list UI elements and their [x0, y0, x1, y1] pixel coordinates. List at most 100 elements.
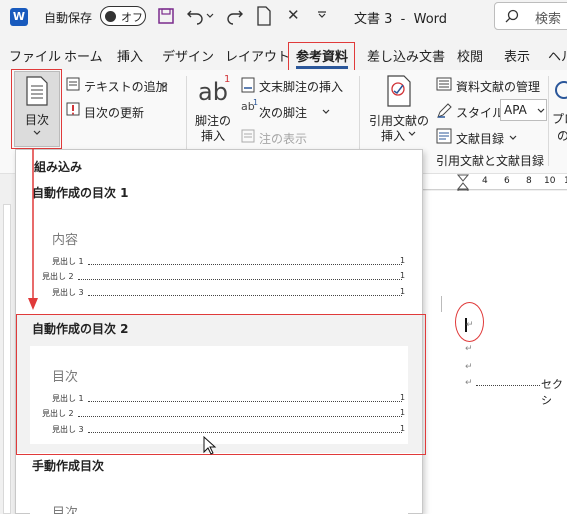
style-pencil-icon [437, 103, 452, 118]
toc2-entry-2-page: 1 [400, 408, 406, 417]
bibliography-button[interactable]: 文献目録 [456, 130, 504, 147]
manual-toc-title: 手動作成目次 [32, 459, 105, 473]
tab-references[interactable]: 参考資料 [296, 46, 348, 65]
annotation-arrow [28, 148, 38, 310]
toc2-entry-3-leader [88, 432, 402, 433]
tab-view[interactable]: 表示 [504, 46, 530, 65]
toc1-entry-3: 見出し 3 [52, 288, 84, 297]
add-text-dropdown-icon [160, 83, 168, 88]
toc1-entry-1-page: 1 [400, 256, 406, 265]
next-footnote-super-icon: 1 [253, 98, 259, 107]
toc-dropdown-icon [33, 130, 41, 135]
toc2-heading: 目次 [52, 370, 79, 385]
toc1-entry-1: 見出し 1 [52, 257, 84, 266]
paragraph-mark-4: ↵ [465, 378, 473, 388]
toc2-entry-2: 見出し 2 [42, 409, 74, 418]
tab-home[interactable]: ホーム [64, 46, 103, 65]
show-notes-icon [241, 129, 255, 143]
tab-layout[interactable]: レイアウト [225, 46, 290, 65]
vertical-ruler-track [3, 204, 11, 514]
customize-qat-icon[interactable] [317, 11, 327, 19]
manual-toc-gallery-item[interactable]: 目次 [30, 480, 408, 514]
word-logo-icon: W [10, 8, 28, 26]
save-icon[interactable] [158, 8, 174, 24]
citation-dropdown-icon [408, 131, 416, 136]
tab-mailings[interactable]: 差し込み文書 [367, 46, 445, 65]
citations-group-label: 引用文献と文献目録 [436, 154, 545, 168]
autosave-label: 自動保存 [44, 11, 93, 25]
next-footnote-dropdown-icon [322, 109, 330, 114]
title-bar: W 自動保存 オフ ✕ 文書 3 - Word 検索 [0, 0, 567, 34]
toc2-entry-2-leader [78, 416, 402, 417]
toc-button[interactable]: 目次 [25, 111, 49, 128]
autosave-toggle[interactable]: オフ [100, 6, 146, 26]
insert-citation-button-line2[interactable]: 挿入 [381, 127, 405, 144]
tab-help[interactable]: ヘル [548, 46, 567, 65]
endnote-icon [241, 77, 255, 93]
ruler-mark-4: 4 [482, 176, 488, 186]
tab-file[interactable]: ファイル [9, 46, 61, 65]
style-select[interactable]: APA [500, 99, 547, 121]
tab-insert[interactable]: 挿入 [117, 46, 143, 65]
close-doc-icon[interactable]: ✕ [287, 6, 300, 24]
toc1-entry-3-leader [88, 295, 402, 296]
margin-corner-mark [441, 296, 442, 312]
toc2-gallery-item[interactable]: 目次 見出し 1 1 見出し 2 1 見出し 3 1 [30, 346, 408, 444]
next-footnote-button[interactable]: 次の脚注 [259, 104, 307, 121]
bibliography-icon [436, 128, 452, 144]
search-icon [505, 9, 519, 23]
insert-endnote-button[interactable]: 文末脚注の挿入 [259, 78, 343, 95]
update-toc-button[interactable]: 目次の更新 [84, 104, 144, 121]
partial-ribbon-icon [555, 81, 567, 99]
show-notes-button: 注の表示 [259, 132, 308, 146]
toc1-title: 自動作成の目次 1 [32, 186, 129, 200]
undo-dropdown-icon[interactable] [206, 13, 214, 19]
toc2-entry-3: 見出し 3 [52, 425, 84, 434]
manage-sources-button[interactable]: 資料文献の管理 [456, 78, 540, 95]
section-break-dots [476, 385, 540, 386]
cursor-highlight-circle [455, 302, 484, 342]
toc-icon [26, 76, 48, 106]
manage-sources-icon [436, 77, 452, 91]
toc2-entry-3-page: 1 [400, 424, 406, 433]
chevron-down-icon [537, 108, 545, 113]
toc1-entry-2-leader [78, 279, 402, 280]
style-select-value: APA [504, 103, 527, 117]
toc1-heading: 内容 [52, 233, 79, 248]
paragraph-mark-3: ↵ [465, 362, 473, 372]
toc1-gallery-item[interactable]: 内容 見出し 1 1 見出し 2 1 見出し 3 1 [30, 207, 408, 303]
insert-footnote-button-line2[interactable]: 挿入 [201, 127, 225, 144]
ruler-mark-6: 6 [504, 176, 510, 186]
toc1-entry-2: 見出し 2 [42, 272, 74, 281]
document-title: 文書 3 - Word [354, 12, 448, 27]
add-text-icon [66, 77, 80, 91]
toc2-entry-1: 見出し 1 [52, 394, 84, 403]
manual-toc-heading: 目次 [52, 506, 79, 514]
toc2-entry-1-leader [88, 401, 402, 402]
ruler-mark-10: 10 [544, 176, 556, 186]
builtin-section-header: 組み込み [34, 160, 83, 174]
update-toc-icon [66, 102, 80, 116]
autosave-toggle-label: オフ [121, 11, 143, 24]
vertical-ruler [0, 174, 15, 514]
redo-icon[interactable] [226, 7, 244, 25]
insert-citation-icon [387, 75, 411, 107]
footnote-superscript-icon: 1 [224, 74, 231, 85]
search-box[interactable]: 検索 [494, 2, 567, 30]
tab-references-underline [296, 66, 348, 69]
ruler-mark-8: 8 [526, 176, 532, 186]
toc2-entry-1-page: 1 [400, 393, 406, 402]
document-page[interactable] [423, 191, 567, 514]
tab-design[interactable]: デザイン [162, 46, 214, 65]
group-divider-3 [548, 76, 549, 166]
toc1-entry-1-leader [88, 264, 402, 265]
toc1-entry-3-page: 1 [400, 287, 406, 296]
search-input[interactable]: 検索 [535, 8, 561, 27]
partial-ribbon-label-2[interactable]: の [557, 127, 567, 144]
new-document-icon[interactable] [256, 6, 272, 26]
bibliography-dropdown-icon [509, 135, 517, 140]
tab-review[interactable]: 校閲 [457, 46, 483, 65]
partial-ribbon-label[interactable]: プロ [552, 110, 567, 127]
add-text-button[interactable]: テキストの追加 [84, 78, 168, 95]
undo-icon[interactable] [186, 7, 204, 25]
